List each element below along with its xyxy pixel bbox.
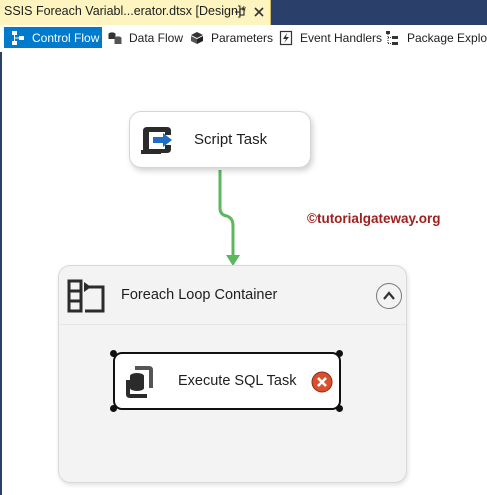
script-task[interactable]: Script Task — [129, 111, 311, 168]
selection-handle[interactable] — [336, 405, 343, 412]
script-task-label: Script Task — [194, 131, 268, 148]
execute-sql-icon — [126, 366, 153, 398]
script-task-icon — [141, 127, 172, 154]
foreach-container-label: Foreach Loop Container — [121, 287, 278, 303]
selection-handle[interactable] — [336, 350, 343, 357]
error-icon[interactable] — [311, 371, 333, 393]
foreach-loop-icon — [67, 279, 105, 313]
container-header-divider — [59, 324, 406, 325]
selection-handle[interactable] — [110, 405, 117, 412]
execute-sql-task-label: Execute SQL Task — [178, 373, 297, 389]
chevron-up-icon — [383, 291, 395, 300]
precedence-constraint-script-to-container[interactable] — [218, 170, 235, 256]
watermark: ©tutorialgateway.org — [307, 211, 441, 226]
selection-handle[interactable] — [110, 350, 117, 357]
collapse-button[interactable] — [376, 283, 402, 309]
execute-sql-task[interactable]: Execute SQL Task — [113, 352, 341, 410]
